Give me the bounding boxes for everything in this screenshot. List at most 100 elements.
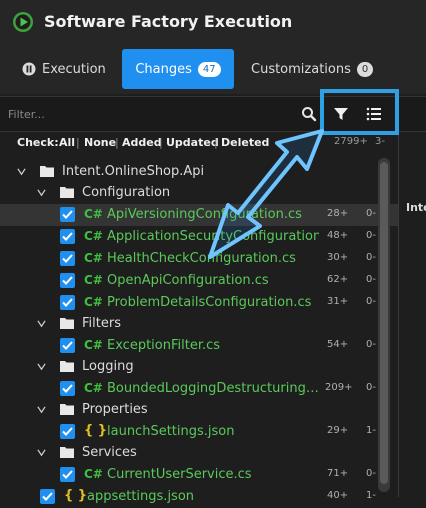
scrollbar-thumb[interactable] (380, 162, 388, 484)
file-checkbox[interactable] (60, 467, 75, 482)
chevron-down-icon[interactable] (37, 448, 46, 457)
file-checkbox[interactable] (60, 381, 75, 396)
tree-folder-row[interactable]: Logging (0, 356, 398, 378)
check-bar: Check: All | None | Added | Updated | De… (0, 132, 398, 154)
filter-input[interactable] (6, 103, 295, 125)
deleted-lines-count: 0- (366, 339, 376, 350)
deleted-lines-count: 0- (366, 208, 376, 219)
tree-file-row[interactable]: C# CurrentUserService.cs 71+ 0- (0, 464, 398, 486)
tree-file-row[interactable]: C# ExceptionFilter.cs 54+ 0- (0, 335, 398, 357)
tree-folder-row[interactable]: Services (0, 442, 398, 464)
added-lines-count: 62+ (327, 274, 349, 285)
added-lines-count: 54+ (327, 339, 349, 350)
check-icon (62, 276, 73, 285)
tree-file-row[interactable]: C# BoundedLoggingDestructuringPolicy.cs … (0, 378, 398, 400)
added-lines-count: 29+ (327, 425, 349, 436)
deleted-lines-count: 0- (366, 382, 376, 393)
changes-count-badge: 47 (197, 61, 221, 77)
csharp-file-icon: C# (84, 207, 103, 221)
file-checkbox[interactable] (60, 229, 75, 244)
separator: | (115, 136, 119, 149)
file-checkbox[interactable] (60, 273, 75, 288)
check-all-link[interactable]: All (59, 136, 75, 149)
deleted-lines-count: 0- (366, 274, 376, 285)
tree-folder-row[interactable]: Intent.OnlineShop.Api (0, 161, 398, 183)
csharp-file-icon: C# (84, 273, 103, 287)
panel-divider (398, 132, 399, 497)
deleted-lines-count: 0- (366, 252, 376, 263)
tab-execution[interactable]: Execution (22, 49, 106, 89)
tab-customizations-label: Customizations (251, 61, 351, 77)
added-lines-count: 209+ (325, 382, 353, 393)
total-added-count: 2799+ (334, 136, 368, 147)
tree-item-label: launchSettings.json (107, 424, 235, 439)
tree-folder-row[interactable]: Configuration (0, 182, 398, 204)
tree-folder-row[interactable]: Filters (0, 313, 398, 335)
folder-icon (40, 166, 54, 177)
csharp-file-icon: C# (84, 338, 103, 352)
tree-item-label: Filters (82, 316, 121, 331)
play-circle-icon (13, 12, 33, 32)
added-lines-count: 40+ (327, 490, 349, 501)
folder-icon (60, 447, 74, 458)
tree-file-row[interactable]: { } launchSettings.json 29+ 1- (0, 421, 398, 443)
total-deleted-count: 3- (375, 136, 385, 147)
tab-customizations[interactable]: Customizations 0 (251, 49, 374, 89)
check-label: Check: (17, 136, 59, 149)
check-none-link[interactable]: None (84, 136, 116, 149)
tree-file-row[interactable]: C# ProblemDetailsConfiguration.cs 31+ 0- (0, 292, 398, 314)
file-checkbox[interactable] (60, 295, 75, 310)
search-icon[interactable] (301, 106, 317, 122)
tree-folder-row[interactable]: Properties (0, 399, 398, 421)
chevron-down-icon[interactable] (37, 188, 46, 197)
tab-changes[interactable]: Changes 47 (122, 49, 234, 89)
tree-item-label: CurrentUserService.cs (107, 467, 252, 482)
chevron-down-icon[interactable] (37, 362, 46, 371)
file-checkbox[interactable] (60, 207, 75, 222)
json-file-icon: { } (64, 488, 88, 503)
deleted-lines-count: 0- (366, 296, 376, 307)
tab-changes-label: Changes (135, 61, 192, 77)
folder-icon (60, 404, 74, 415)
window-title: Software Factory Execution (44, 12, 293, 31)
vertical-scrollbar[interactable] (378, 158, 390, 492)
json-file-icon: { } (84, 423, 108, 438)
tab-execution-label: Execution (42, 61, 106, 77)
tree-file-row[interactable]: C# OpenApiConfiguration.cs 62+ 0- (0, 270, 398, 292)
csharp-file-icon: C# (84, 295, 103, 309)
folder-icon (60, 318, 74, 329)
file-checkbox[interactable] (60, 251, 75, 266)
added-lines-count: 71+ (327, 468, 349, 479)
tree-file-row[interactable]: C# ApplicationSecurityConfiguration.cs 4… (0, 226, 398, 248)
added-lines-count: 31+ (327, 296, 349, 307)
chevron-down-icon[interactable] (37, 405, 46, 414)
deleted-lines-count: 0- (366, 230, 376, 241)
separator: | (159, 136, 163, 149)
separator: | (76, 136, 80, 149)
deleted-lines-count: 0- (366, 468, 376, 479)
tree-item-label: Services (82, 445, 137, 460)
deleted-lines-count: 1- (366, 490, 376, 501)
csharp-file-icon: C# (84, 251, 103, 265)
chevron-down-icon[interactable] (37, 319, 46, 328)
file-checkbox[interactable] (60, 338, 75, 353)
tree-item-label: Configuration (82, 185, 171, 200)
deleted-lines-count: 1- (366, 425, 376, 436)
tree-file-row[interactable]: { } appsettings.json 40+ 1- (0, 486, 398, 508)
tree-item-label: Intent.OnlineShop.Api (62, 164, 205, 179)
chevron-down-icon[interactable] (17, 167, 26, 176)
tree-item-label: Logging (82, 359, 134, 374)
tree-item-label: OpenApiConfiguration.cs (107, 273, 269, 288)
tree-file-row[interactable]: C# HealthCheckConfiguration.cs 30+ 0- (0, 248, 398, 270)
check-icon (62, 427, 73, 436)
check-added-link[interactable]: Added (122, 136, 162, 149)
tab-bar: Execution Changes 47 Customizations 0 (0, 44, 426, 94)
csharp-file-icon: C# (84, 229, 103, 243)
file-checkbox[interactable] (60, 424, 75, 439)
right-panel-header: Inte (406, 201, 426, 214)
tree-item-label: ProblemDetailsConfiguration.cs (107, 295, 312, 310)
tree-file-row[interactable]: C# ApiVersioningConfiguration.cs 28+ 0- (0, 204, 398, 226)
tree-item-label: Properties (82, 402, 148, 417)
folder-icon (60, 361, 74, 372)
annotation-arrow-icon (208, 129, 324, 259)
